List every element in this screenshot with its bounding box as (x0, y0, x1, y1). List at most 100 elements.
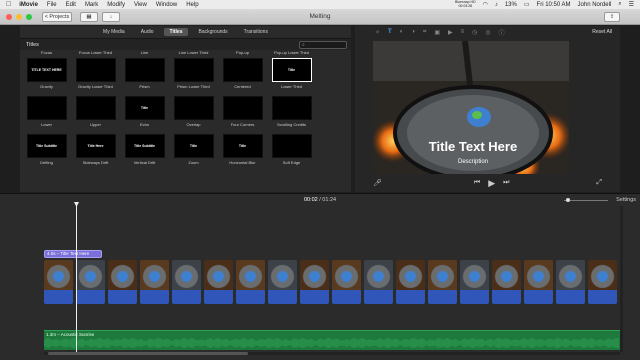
info-icon[interactable]: ⓘ (499, 28, 505, 37)
vertical-scrollbar[interactable] (620, 206, 623, 352)
menu-item-app[interactable]: iMovie (19, 2, 38, 8)
menubar-clock[interactable]: Fri 10:50 AM (537, 2, 571, 8)
close-window-button[interactable] (6, 13, 12, 20)
title-thumbnail (222, 96, 263, 120)
import-button[interactable]: ↓ (102, 11, 120, 22)
color-correction-icon[interactable]: ◑ (411, 29, 415, 35)
title-tile[interactable]: Prism Lower Third (171, 58, 216, 96)
video-clip[interactable] (460, 260, 489, 304)
video-clip[interactable] (364, 260, 393, 304)
title-tile[interactable]: Scrolling Credits (269, 96, 314, 134)
video-preview[interactable]: Title Text Here Description (373, 41, 569, 174)
reset-all-button[interactable]: Reset All (592, 29, 612, 35)
tab-my-media[interactable]: My Media (97, 28, 131, 36)
video-clip[interactable] (76, 260, 105, 304)
microphone-icon[interactable]: 🎤︎ (373, 179, 382, 187)
title-tile[interactable]: Title Horizontal Blur (220, 134, 265, 172)
title-tile[interactable]: Title Subtitle Vertical Drift (122, 134, 167, 172)
video-clip[interactable] (556, 260, 585, 304)
menu-item-window[interactable]: Window (156, 2, 177, 8)
horizontal-scrollbar[interactable] (44, 352, 620, 355)
title-tile[interactable]: Overlap (171, 96, 216, 134)
video-clip[interactable] (428, 260, 457, 304)
menu-item-help[interactable]: Help (186, 2, 198, 8)
title-text-icon[interactable]: T (388, 29, 392, 35)
title-tile[interactable]: Centered (220, 58, 265, 96)
stabilize-icon[interactable]: ▣ (434, 29, 440, 36)
video-clip[interactable] (300, 260, 329, 304)
video-clip[interactable] (236, 260, 265, 304)
projects-button[interactable]: < Projects (42, 11, 72, 22)
waveform-path (44, 338, 619, 348)
video-clip[interactable] (588, 260, 617, 304)
tab-audio[interactable]: Audio (135, 28, 160, 36)
playhead[interactable] (74, 202, 79, 352)
title-tile[interactable]: Title Zoom (171, 134, 216, 172)
horizontal-scroll-thumb[interactable] (48, 352, 248, 355)
title-tile[interactable]: Upper (73, 96, 118, 134)
zoom-window-button[interactable] (26, 13, 32, 20)
tab-titles[interactable]: Titles (163, 28, 189, 36)
wifi-icon[interactable]: ◠ (483, 1, 488, 8)
menu-item-file[interactable]: File (47, 2, 57, 8)
video-clip[interactable] (396, 260, 425, 304)
title-tile[interactable]: Gravity Lower Third (73, 58, 118, 96)
spotlight-icon[interactable]: ⌕ (618, 1, 621, 8)
overlay-title[interactable]: Title Text Here (429, 139, 517, 154)
title-tile[interactable]: Title Echo (122, 96, 167, 134)
skip-back-icon[interactable]: ⏮︎ (474, 179, 480, 187)
menu-item-mark[interactable]: Mark (85, 2, 98, 8)
menu-item-view[interactable]: View (134, 2, 147, 8)
magic-wand-icon[interactable]: ✧ (375, 29, 380, 36)
skip-forward-icon[interactable]: ⏭︎ (503, 179, 509, 187)
play-icon[interactable]: ▶ (488, 178, 495, 189)
title-thumbnail: TITLE TEXT HERE (26, 58, 67, 82)
menu-item-edit[interactable]: Edit (66, 2, 76, 8)
overlay-subtitle[interactable]: Description (458, 159, 488, 165)
color-balance-icon[interactable]: ◐ (400, 29, 404, 35)
minimize-window-button[interactable] (16, 13, 22, 20)
video-clip[interactable] (108, 260, 137, 304)
audio-track[interactable]: 1.3m – Acoustic Sunrise (44, 330, 620, 350)
recording-status[interactable]: Bluesnap HD 00:03:28 (455, 0, 476, 8)
share-button[interactable]: ⇪ (604, 11, 620, 22)
title-tile[interactable]: TITLE TEXT HERE Gravity (24, 58, 69, 96)
title-tile[interactable]: Lower (24, 96, 69, 134)
tile-name: Gravity (40, 84, 53, 89)
video-clip[interactable] (332, 260, 361, 304)
title-tile[interactable]: Title Subtitle Drifting (24, 134, 69, 172)
video-clip[interactable] (44, 260, 73, 304)
filter-icon[interactable]: ◎ (485, 29, 490, 36)
video-clip[interactable] (492, 260, 521, 304)
volume-status-icon[interactable]: ♪ (495, 2, 498, 8)
tab-backgrounds[interactable]: Backgrounds (192, 28, 233, 36)
title-tile[interactable]: Prism (122, 58, 167, 96)
menu-item-modify[interactable]: Modify (107, 2, 125, 8)
fullscreen-icon[interactable]: ⤢ (596, 179, 602, 187)
video-clip[interactable] (172, 260, 201, 304)
noise-icon[interactable]: ≡ (461, 29, 465, 35)
volume-icon[interactable]: ▶ (448, 29, 453, 36)
tab-transitions[interactable]: Transitions (238, 28, 274, 36)
notification-center-icon[interactable]: ☰ (629, 1, 634, 8)
battery-percent[interactable]: 13% (505, 2, 517, 8)
title-tile[interactable]: Four Corners (220, 96, 265, 134)
crop-icon[interactable]: ⌗ (423, 29, 426, 36)
video-clip[interactable] (524, 260, 553, 304)
title-clip[interactable]: 4.0s – Title Text Here (44, 250, 102, 258)
search-input[interactable]: ⌕ (299, 40, 347, 49)
speed-icon[interactable]: ◷ (472, 29, 477, 36)
search-icon: ⌕ (302, 41, 305, 48)
title-tile[interactable]: Soft Edge (269, 134, 314, 172)
layout-button[interactable]: ▦ (80, 11, 98, 22)
title-tile[interactable]: Title Lower Third (269, 58, 314, 96)
zoom-slider[interactable] (564, 198, 608, 202)
video-clip[interactable] (204, 260, 233, 304)
apple-icon[interactable]:  (6, 1, 11, 8)
menubar-user[interactable]: John Nordell (578, 2, 612, 8)
zoom-knob[interactable] (566, 198, 570, 202)
title-tile[interactable]: Title Here Sideways Drift (73, 134, 118, 172)
settings-button[interactable]: Settings (616, 197, 636, 203)
video-clip[interactable] (140, 260, 169, 304)
video-clip[interactable] (268, 260, 297, 304)
